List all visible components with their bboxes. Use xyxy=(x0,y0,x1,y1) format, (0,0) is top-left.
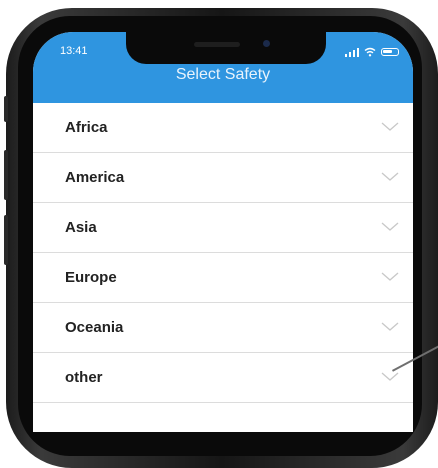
region-item-africa[interactable]: Africa xyxy=(33,103,413,153)
region-label: America xyxy=(65,169,125,186)
region-label: Asia xyxy=(65,219,97,236)
region-item-america[interactable]: America xyxy=(33,153,413,203)
signal-icon xyxy=(344,47,359,57)
region-list: Africa America Asia Europe Oceania other xyxy=(33,103,413,403)
battery-icon xyxy=(381,48,399,56)
chevron-down-icon xyxy=(381,272,399,281)
region-item-other[interactable]: other xyxy=(33,353,413,403)
region-label: Africa xyxy=(65,119,108,136)
region-label: Oceania xyxy=(65,319,124,336)
region-item-europe[interactable]: Europe xyxy=(33,253,413,303)
phone-screen: 13:41 Select Safety Africa America Asia … xyxy=(33,32,413,432)
wifi-icon xyxy=(364,47,376,57)
speaker-grille xyxy=(194,42,240,47)
status-time: 13:41 xyxy=(60,45,88,57)
side-button-silent xyxy=(4,96,8,122)
chevron-down-icon xyxy=(381,122,399,131)
side-button-volume-down xyxy=(4,215,8,265)
front-camera xyxy=(263,40,270,47)
chevron-down-icon xyxy=(381,172,399,181)
page-title: Select Safety xyxy=(175,66,271,83)
chevron-down-icon xyxy=(381,322,399,331)
phone-notch xyxy=(126,32,326,64)
status-icons xyxy=(344,47,399,57)
region-label: other xyxy=(65,369,103,386)
region-item-oceania[interactable]: Oceania xyxy=(33,303,413,353)
region-item-asia[interactable]: Asia xyxy=(33,203,413,253)
region-label: Europe xyxy=(65,269,117,286)
chevron-down-icon xyxy=(381,372,399,381)
side-button-volume-up xyxy=(4,150,8,200)
chevron-down-icon xyxy=(381,222,399,231)
